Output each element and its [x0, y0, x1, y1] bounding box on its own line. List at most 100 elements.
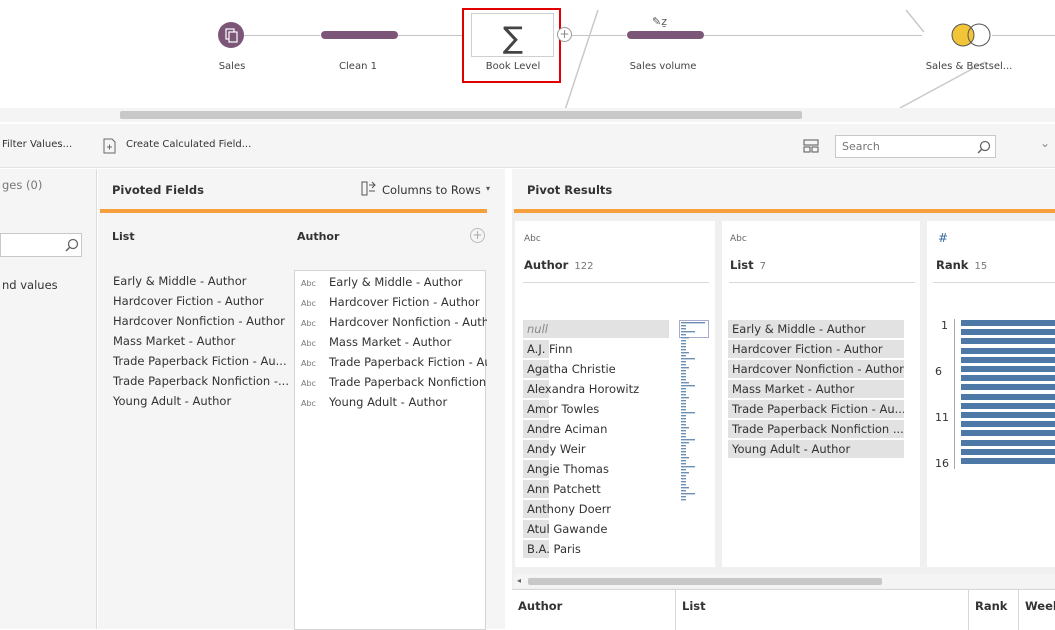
- chevron-down-icon[interactable]: ⌄: [1040, 136, 1050, 150]
- author-profile-card[interactable]: Abc Author 122 null A.J. Finn Agatha Christ…: [515, 221, 715, 567]
- flow-horizontal-scrollbar[interactable]: [0, 108, 1055, 122]
- list-field-item[interactable]: Trade Paperback Fiction - Au...: [113, 354, 289, 368]
- minimap-tick: [681, 379, 686, 381]
- filter-values-button[interactable]: Filter Values...: [2, 139, 72, 150]
- author-field-item[interactable]: Abc Hardcover Nonfiction - Auth: [301, 315, 487, 329]
- rank-bar[interactable]: [961, 356, 1055, 363]
- create-calculated-field-button[interactable]: Create Calculated Field...: [126, 139, 251, 150]
- minimap-tick: [681, 364, 686, 366]
- author-field-item[interactable]: Abc Trade Paperback Nonfiction: [301, 375, 487, 389]
- sales-volume-step-node[interactable]: [627, 31, 704, 39]
- scroll-left-arrow-icon[interactable]: ◂: [517, 576, 521, 585]
- author-value-row[interactable]: B.A. Paris: [523, 540, 669, 558]
- rank-axis-tick: 16: [935, 457, 949, 470]
- rank-bar[interactable]: [961, 458, 1055, 464]
- author-value-text: Atul Gawande: [527, 522, 608, 536]
- layout-toggle-icon[interactable]: [803, 139, 819, 153]
- dropdown-caret-icon[interactable]: ▾: [486, 184, 490, 193]
- list-profile-card[interactable]: Abc List 7 Early & Middle - Author Hardcov…: [722, 221, 920, 567]
- list-field-item[interactable]: Hardcover Fiction - Author: [113, 294, 289, 308]
- rank-bar[interactable]: [961, 402, 1055, 409]
- author-field-item[interactable]: Abc Early & Middle - Author: [301, 275, 487, 289]
- rank-axis-tick: 6: [935, 365, 942, 378]
- add-column-plus-icon[interactable]: +: [470, 228, 485, 243]
- rank-bar[interactable]: [961, 329, 1055, 336]
- author-field-item[interactable]: Abc Hardcover Fiction - Author: [301, 295, 487, 309]
- rank-bar[interactable]: [961, 448, 1055, 455]
- author-field-name: Early & Middle - Author: [329, 275, 463, 289]
- author-pivot-column[interactable]: Abc Early & Middle - Author Abc Hardcover …: [294, 270, 487, 630]
- author-value-row[interactable]: Agatha Christie: [523, 360, 669, 378]
- list-value-row[interactable]: Trade Paperback Fiction - Au...: [728, 400, 904, 418]
- panel-title: Pivoted Fields: [112, 183, 204, 197]
- list-field-item[interactable]: Mass Market - Author: [113, 334, 289, 348]
- rank-bar[interactable]: [961, 384, 1055, 391]
- flow-node-label: Clean 1: [339, 61, 377, 72]
- flow-canvas[interactable]: Sales Clean 1 ∑ Book Level + ✎ẕ Sales vo…: [0, 0, 1055, 112]
- rank-bar[interactable]: [961, 430, 1055, 437]
- rank-bar[interactable]: [961, 412, 1055, 418]
- scrollbar-thumb[interactable]: [528, 578, 882, 585]
- author-value-row[interactable]: Alexandra Horowitz: [523, 380, 669, 398]
- results-horizontal-scrollbar[interactable]: ◂: [514, 574, 1055, 588]
- list-value-row[interactable]: Hardcover Fiction - Author: [728, 340, 904, 358]
- grid-column-author[interactable]: Author: [512, 590, 676, 630]
- scrollbar-thumb[interactable]: [120, 111, 802, 119]
- author-field-item[interactable]: Abc Mass Market - Author: [301, 335, 487, 349]
- list-field-item[interactable]: Early & Middle - Author: [113, 274, 289, 288]
- card-divider: [729, 282, 915, 283]
- data-grid-header: Author List Rank Week: [512, 589, 1055, 630]
- minimap-tick: [681, 427, 689, 429]
- list-value-row[interactable]: Trade Paperback Nonfiction ...: [728, 420, 904, 438]
- join-icon[interactable]: [950, 22, 994, 50]
- columns-to-rows-dropdown[interactable]: Columns to Rows: [382, 183, 481, 197]
- rank-bar[interactable]: [961, 338, 1055, 345]
- author-value-row[interactable]: Angie Thomas: [523, 460, 669, 478]
- rank-profile-card[interactable]: # Rank 15 1 6 11 16: [927, 221, 1055, 567]
- author-field-item[interactable]: Abc Young Adult - Author: [301, 395, 487, 409]
- author-field-item[interactable]: Abc Trade Paperback Fiction - Au: [301, 355, 487, 369]
- search-field[interactable]: [835, 135, 996, 158]
- card-count: 122: [574, 261, 594, 272]
- rank-bar[interactable]: [961, 421, 1055, 428]
- clean-step-node[interactable]: [321, 31, 398, 39]
- minimap-tick: [681, 328, 686, 330]
- rank-bar[interactable]: [961, 366, 1055, 372]
- list-value-row[interactable]: Hardcover Nonfiction - Author: [728, 360, 904, 378]
- pivot-results-panel: Pivot Results Abc Author 122 null A.J. Fin…: [512, 169, 1055, 629]
- author-value-row[interactable]: Andy Weir: [523, 440, 669, 458]
- grid-column-rank[interactable]: Rank: [969, 590, 1019, 630]
- list-field-item[interactable]: Hardcover Nonfiction - Author: [113, 314, 289, 328]
- grid-column-week[interactable]: Week: [1019, 590, 1055, 630]
- rank-bar[interactable]: [961, 439, 1055, 446]
- book-level-node-selected[interactable]: ∑ Book Level: [462, 8, 561, 83]
- rank-bar[interactable]: [961, 347, 1055, 354]
- author-field-name: Hardcover Fiction - Author: [329, 295, 480, 309]
- sales-input-node[interactable]: [218, 22, 244, 48]
- rank-bar[interactable]: [961, 393, 1055, 400]
- list-value-row[interactable]: Mass Market - Author: [728, 380, 904, 398]
- string-type-icon: Abc: [301, 299, 316, 308]
- search-input[interactable]: [836, 136, 966, 157]
- list-field-item[interactable]: Young Adult - Author: [113, 394, 289, 408]
- minimap-tick: [681, 340, 686, 342]
- author-value-row[interactable]: null: [523, 320, 669, 338]
- author-value-row[interactable]: Anthony Doerr: [523, 500, 669, 518]
- minimap-tick: [681, 439, 695, 441]
- list-field-item[interactable]: Trade Paperback Nonfiction -...: [113, 374, 289, 388]
- rank-bar[interactable]: [961, 320, 1055, 326]
- rank-bar[interactable]: [961, 375, 1055, 382]
- author-value-row[interactable]: Atul Gawande: [523, 520, 669, 538]
- svg-text:∑: ∑: [503, 21, 523, 56]
- author-overview-minimap[interactable]: [679, 320, 709, 510]
- string-type-icon: Abc: [301, 339, 316, 348]
- list-value-row[interactable]: Young Adult - Author: [728, 440, 904, 458]
- author-value-row[interactable]: Ann Patchett: [523, 480, 669, 498]
- grid-column-list[interactable]: List: [676, 590, 969, 630]
- add-step-plus-icon[interactable]: +: [557, 27, 572, 42]
- author-value-row[interactable]: A.J. Finn: [523, 340, 669, 358]
- author-value-row[interactable]: Andre Aciman: [523, 420, 669, 438]
- changes-search-input[interactable]: [0, 233, 82, 257]
- author-value-row[interactable]: Amor Towles: [523, 400, 669, 418]
- list-value-row[interactable]: Early & Middle - Author: [728, 320, 904, 338]
